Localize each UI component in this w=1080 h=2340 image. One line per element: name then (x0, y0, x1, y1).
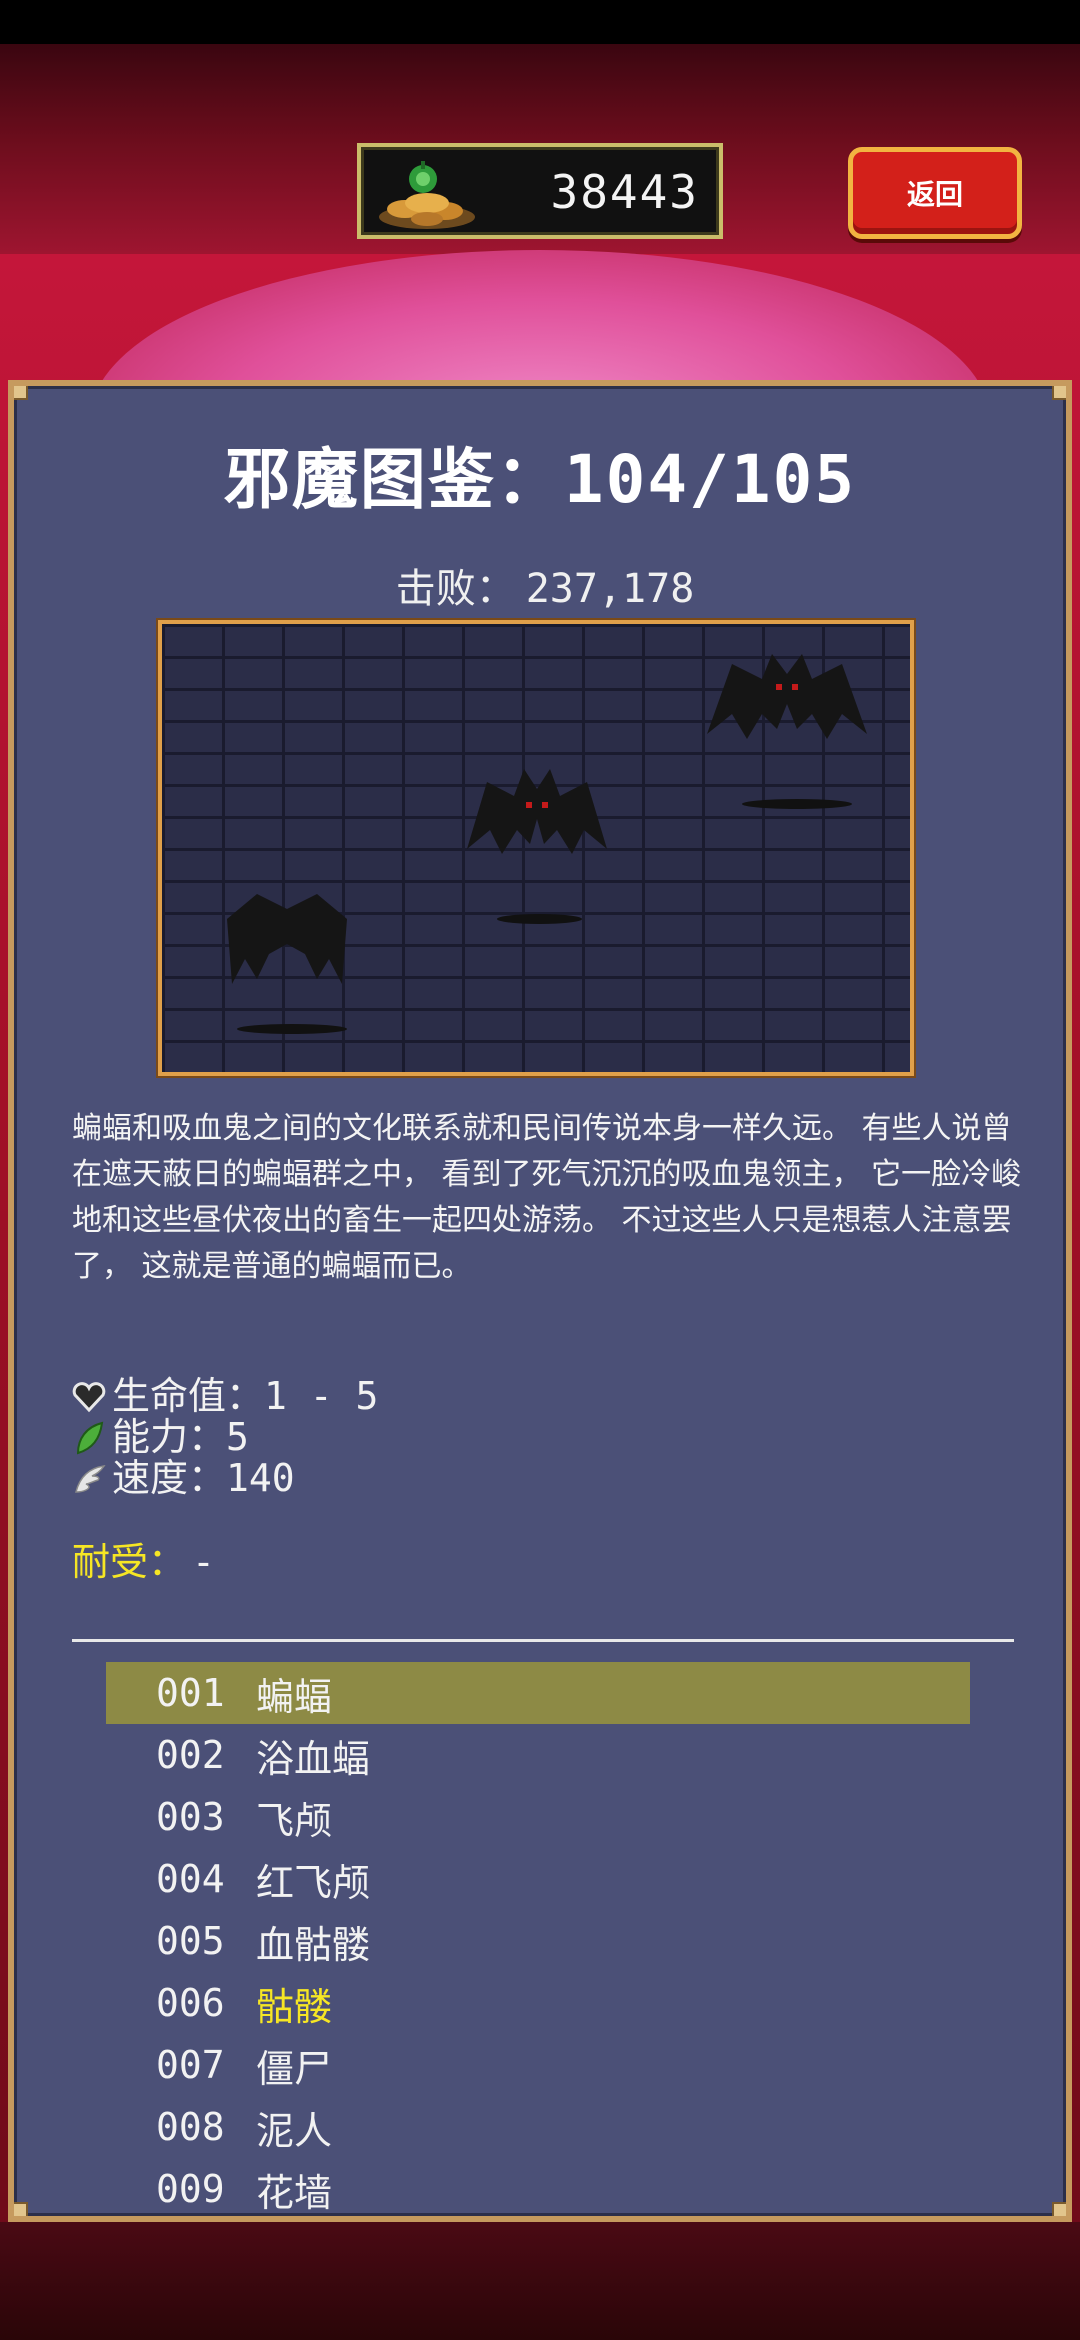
resistance: 耐受： - (72, 1531, 215, 1586)
list-item-number: 009 (156, 2167, 225, 2211)
enemy-list: 001 蝙蝠 002 浴血蝠 003 飞颅 004 红飞颅 005 血骷髅 00… (106, 1662, 970, 2216)
background-ground (0, 2222, 1080, 2340)
enemy-description: 蝙蝠和吸血鬼之间的文化联系就和民间传说本身一样久远。 有些人说曾在遮天蔽日的蝙蝠… (72, 1111, 1022, 1284)
list-item[interactable]: 003 飞颅 (106, 1786, 970, 1848)
wing-icon (75, 1464, 106, 1493)
enemy-stats: 生命值：1 - 5 能力：5 速度：140 (72, 1376, 378, 1499)
list-item-name: 骷髅 (256, 1984, 333, 2029)
bat-sprite (467, 769, 607, 854)
leaf-icon (76, 1421, 104, 1454)
bestiary-panel: 邪魔图鉴：104/105 击败： 237,178 蝙蝠和吸血鬼之间的文化联系就和民… (8, 380, 1072, 2222)
resistance-label: 耐受： (72, 1540, 187, 1584)
list-item-name: 红飞颅 (256, 1860, 371, 1905)
gold-counter: 38443 (357, 143, 723, 239)
bat-sprite (227, 894, 347, 984)
list-item-name: 花墙 (256, 2170, 333, 2215)
list-item-name: 血骷髅 (256, 1922, 371, 1967)
bestiary-title: 邪魔图鉴：104/105 (223, 441, 857, 518)
bat-shadow (742, 799, 852, 809)
status-bar (0, 0, 1080, 44)
list-item[interactable]: 008 泥人 (106, 2096, 970, 2158)
kill-count-value: 237,178 (525, 566, 695, 612)
stat-speed-label: 速度：140 (112, 1456, 295, 1500)
stat-speed: 速度：140 (72, 1458, 378, 1499)
resistance-value: - (192, 1540, 215, 1584)
divider (72, 1639, 1014, 1642)
list-item[interactable]: 002 浴血蝠 (106, 1724, 970, 1786)
list-item[interactable]: 009 花墙 (106, 2158, 970, 2216)
panel-corner (1052, 386, 1066, 400)
list-item-number: 008 (156, 2105, 225, 2149)
list-item-number: 001 (156, 1671, 225, 1715)
list-item-name: 飞颅 (256, 1798, 333, 1843)
enemy-preview (158, 620, 914, 1076)
bat-shadow (497, 914, 582, 924)
back-button[interactable]: 返回 (848, 147, 1022, 239)
panel-corner (14, 2202, 28, 2216)
kill-count: 击败： 237,178 (14, 556, 1066, 614)
list-item-number: 002 (156, 1733, 225, 1777)
kill-count-label: 击败： (395, 566, 516, 612)
list-item-number: 006 (156, 1981, 225, 2025)
stat-hp-label: 生命值：1 - 5 (112, 1374, 379, 1418)
bat-sprite (707, 654, 867, 739)
stat-hp: 生命值：1 - 5 (72, 1376, 378, 1417)
list-item[interactable]: 001 蝙蝠 (106, 1662, 970, 1724)
gold-amount: 38443 (550, 165, 699, 219)
list-item-name: 僵尸 (256, 2046, 333, 2091)
list-item-number: 005 (156, 1919, 225, 1963)
list-item-name: 浴血蝠 (256, 1736, 371, 1781)
list-item-number: 004 (156, 1857, 225, 1901)
list-item-number: 003 (156, 1795, 225, 1839)
panel-corner (1052, 2202, 1066, 2216)
bat-shadow (237, 1024, 347, 1034)
stat-power: 能力：5 (72, 1417, 378, 1458)
list-item-number: 007 (156, 2043, 225, 2087)
panel-corner (14, 386, 28, 400)
list-item[interactable]: 005 血骷髅 (106, 1910, 970, 1972)
list-item[interactable]: 004 红飞颅 (106, 1848, 970, 1910)
list-item[interactable]: 007 僵尸 (106, 2034, 970, 2096)
heart-icon (72, 1381, 106, 1412)
list-item-name: 蝙蝠 (256, 1674, 333, 1719)
list-item-name: 泥人 (256, 2108, 333, 2153)
stat-power-label: 能力：5 (112, 1415, 249, 1459)
list-item[interactable]: 006 骷髅 (106, 1972, 970, 2034)
coin-pile-icon (379, 161, 475, 229)
